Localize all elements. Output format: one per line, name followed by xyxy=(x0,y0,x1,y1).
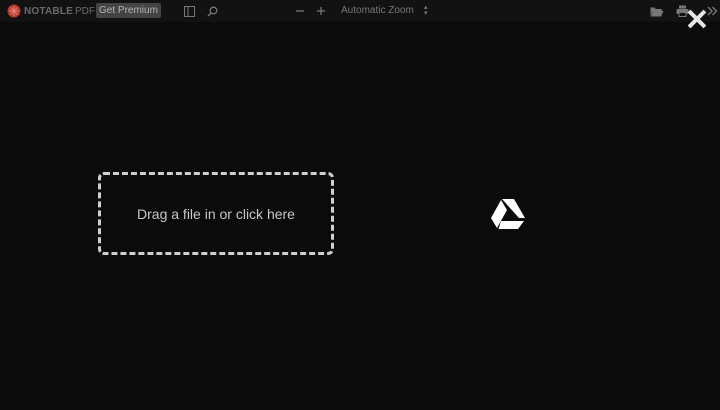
drop-zone-label: Drag a file in or click here xyxy=(137,205,295,222)
open-folder-icon[interactable] xyxy=(650,4,664,18)
sidebar-toggle-icon[interactable] xyxy=(182,4,196,18)
zoom-select[interactable]: Automatic Zoom xyxy=(341,5,414,16)
zoom-out-icon[interactable] xyxy=(293,4,307,18)
brand-suffix: PDF xyxy=(75,5,95,17)
more-tools-icon[interactable] xyxy=(705,4,719,18)
get-premium-button[interactable]: Get Premium xyxy=(96,3,161,18)
brand-name: NOTABLE xyxy=(24,5,73,17)
search-icon[interactable] xyxy=(205,4,219,18)
google-drive-icon[interactable] xyxy=(490,198,526,230)
app-logo: NOTABLE PDF xyxy=(7,3,95,19)
logo-icon xyxy=(7,4,21,18)
chevron-up-down-icon[interactable]: ▴ ▾ xyxy=(424,4,428,17)
file-drop-zone[interactable]: Drag a file in or click here xyxy=(98,172,334,255)
close-icon[interactable] xyxy=(687,9,707,29)
top-toolbar: NOTABLE PDF Get Premium Automatic Zoom ▴… xyxy=(0,0,720,22)
zoom-in-icon[interactable] xyxy=(314,4,328,18)
